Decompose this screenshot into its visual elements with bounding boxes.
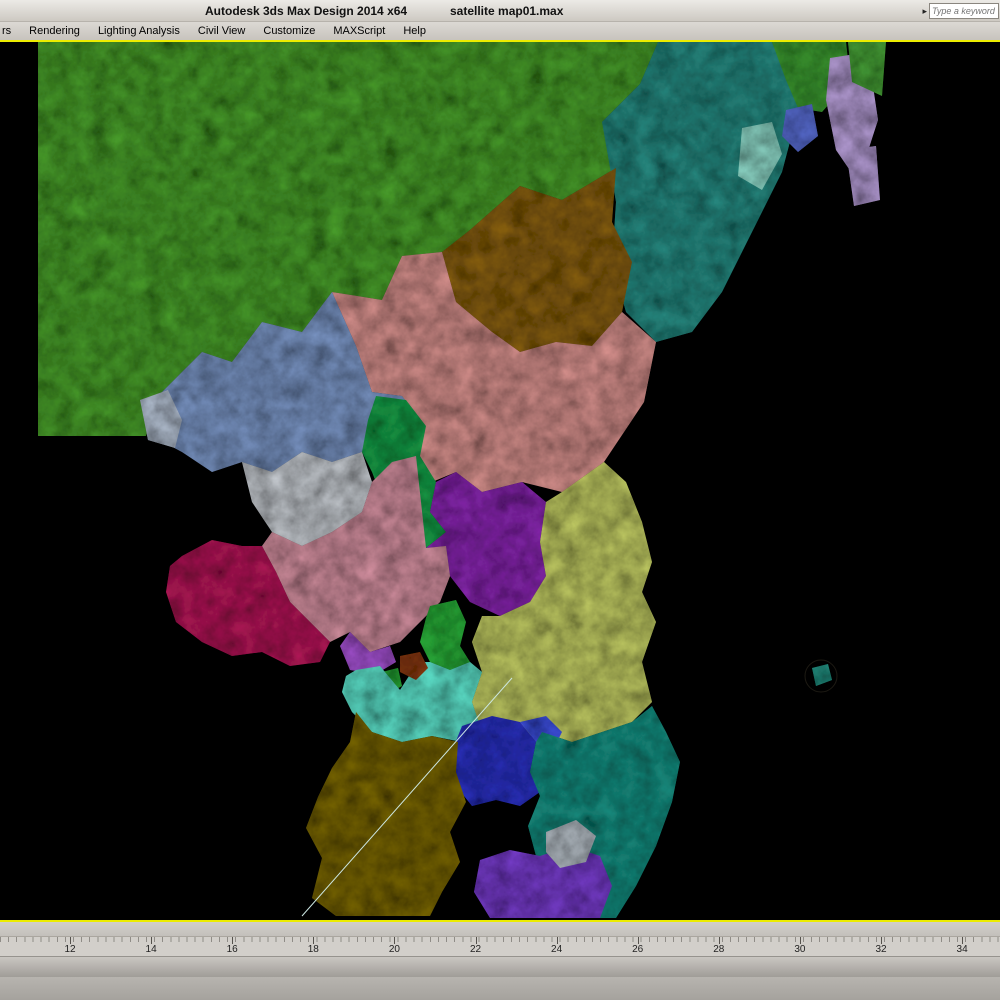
title-bar: Autodesk 3ds Max Design 2014 x64 satelli… [0,0,1000,22]
infocenter-search: ▸ [922,3,999,19]
ruler-label-14: 14 [145,944,157,955]
map-land [38,42,886,918]
ruler-tick-28 [718,937,720,944]
map-region-olive-southwest[interactable] [306,712,466,916]
timeline-ruler[interactable]: 12 14 16 18 20 22 24 26 28 30 32 34 [0,936,1000,956]
map-region-teal-island[interactable] [812,664,832,686]
map-region-lavender-low[interactable] [846,146,880,206]
search-input[interactable] [929,3,999,19]
track-bar[interactable] [0,956,1000,977]
ruler-tick-20 [394,937,396,944]
ruler-tick-34 [962,937,964,944]
menu-item-help[interactable]: Help [394,23,435,39]
menu-item-customize[interactable]: Customize [254,23,324,39]
ruler-tick-22 [475,937,477,944]
ruler-tick-30 [799,937,801,944]
menu-item-lighting-analysis[interactable]: Lighting Analysis [89,23,189,39]
ruler-tick-32 [881,937,882,944]
viewport[interactable] [0,40,1000,922]
ruler-tick-26 [637,937,639,944]
ruler-label-22: 22 [469,944,482,955]
map-region-purple-central[interactable] [426,472,546,616]
menu-item-rs[interactable]: rs [0,23,20,39]
ruler-tick-14 [151,937,153,944]
ruler-tick-18 [313,937,315,944]
file-title: satellite map01.max [450,4,564,18]
map-region-purple-south[interactable] [474,846,612,918]
ruler-label-30: 30 [794,944,806,955]
ruler-label-20: 20 [388,944,400,955]
search-dropdown-arrow-icon[interactable]: ▸ [922,6,927,17]
time-slider-strip[interactable] [0,922,1000,936]
map-svg[interactable] [0,42,1000,920]
ruler-label-12: 12 [64,944,76,955]
ruler-label-26: 26 [632,944,644,955]
ruler-tick-24 [556,937,558,944]
app-title: Autodesk 3ds Max Design 2014 x64 [205,4,408,18]
menu-item-civil-view[interactable]: Civil View [189,23,254,39]
ruler-tick-16 [232,937,234,944]
menu-item-maxscript[interactable]: MAXScript [324,23,394,39]
ruler-label-24: 24 [551,944,563,955]
ruler-label-16: 16 [226,944,238,955]
ruler-label-34: 34 [956,944,968,955]
menu-item-rendering[interactable]: Rendering [20,23,89,39]
ruler-label-28: 28 [713,944,725,955]
ruler-label-32: 32 [875,944,887,955]
status-bar [0,977,1000,1000]
ruler-label-18: 18 [307,944,319,955]
menubar: rs Rendering Lighting Analysis Civil View Cu… [0,22,1000,40]
ruler-tick-12 [70,937,71,944]
